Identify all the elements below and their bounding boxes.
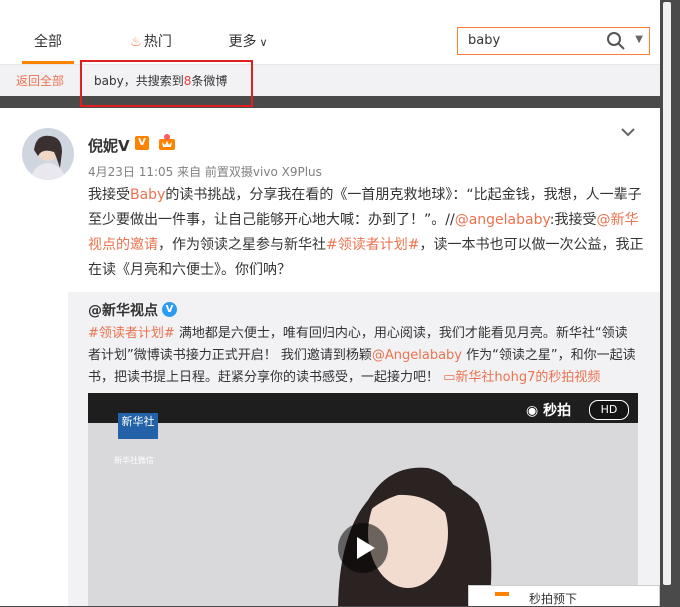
hd-badge[interactable]: HD — [589, 400, 629, 420]
scrollbar-thumb[interactable] — [663, 2, 671, 585]
miaopai-logo: ◉ 秒拍 — [526, 400, 571, 420]
chevron-down-icon[interactable] — [620, 126, 636, 138]
retweet-text: #领读者计划# 满地都是六便士，唯有回归内心，用心阅读，我们才能看见月亮。新华社… — [88, 323, 638, 389]
video-frame — [88, 423, 638, 606]
tab-more[interactable]: 更多 ∨ — [222, 24, 274, 64]
post-text-span: 我接受 — [88, 187, 130, 203]
avatar[interactable] — [22, 128, 74, 180]
chevron-down-icon: ∨ — [259, 36, 268, 49]
crown-icon — [159, 134, 175, 150]
post-text-span: ，作为领读之星参与新华社 — [158, 237, 326, 253]
top-nav: 全部 ♨ 热门 更多 ∨ baby ▼ — [0, 0, 660, 65]
download-icon — [495, 592, 509, 596]
miaopai-label: 秒拍 — [543, 403, 572, 419]
tab-hot-label: 热门 — [143, 34, 172, 50]
tab-all[interactable]: 全部 — [22, 24, 74, 64]
post-link[interactable]: Baby — [130, 187, 165, 203]
verified-blue-icon: V — [162, 302, 177, 317]
post-text: 我接受Baby的读书挑战，分享我在看的《一首朋克救地球》：“比起金钱，我想，人一… — [88, 183, 644, 283]
retweet-link[interactable]: ▭新华社hohg7的秒拍视频 — [443, 370, 600, 385]
download-label: 秒拍预下 — [529, 592, 578, 606]
retweet-link[interactable]: #领读者计划# — [88, 326, 175, 341]
tab-all-label: 全部 — [34, 34, 62, 50]
download-popup[interactable]: 秒拍预下 — [468, 585, 660, 606]
search-box[interactable]: baby ▼ — [457, 27, 650, 55]
retweet-link[interactable]: @Angelababy — [372, 348, 462, 363]
post-link[interactable]: @angelababy — [455, 212, 550, 228]
tab-more-label: 更多 — [228, 34, 257, 50]
post-text-span: :我接受 — [549, 212, 597, 228]
post-meta: 4月23日 11:05 来自 前置双摄vivo X9Plus — [88, 165, 322, 179]
play-button[interactable] — [338, 523, 388, 573]
video-player[interactable]: 新华社 新华社微信 ◉ 秒拍 HD — [88, 393, 638, 606]
play-icon — [357, 537, 375, 559]
post-link[interactable]: #领读者计划# — [326, 237, 419, 253]
search-input[interactable]: baby — [468, 33, 500, 48]
xinhua-logo: 新华社 — [118, 413, 158, 439]
verified-icon: V — [135, 136, 149, 150]
search-icon[interactable] — [605, 30, 627, 52]
xinhua-logo-sub: 新华社微信 — [114, 456, 154, 465]
video-thumbnail — [88, 423, 638, 606]
search-dropdown-icon[interactable]: ▼ — [635, 34, 643, 45]
back-all-link[interactable]: 返回全部 — [16, 72, 64, 89]
miaopai-icon: ◉ — [526, 403, 539, 419]
retweet-author[interactable]: @新华视点 — [88, 300, 158, 320]
author-name[interactable]: 倪妮V — [88, 135, 130, 156]
tab-hot[interactable]: ♨ 热门 — [126, 24, 176, 64]
highlight-box — [80, 60, 253, 107]
fire-icon: ♨ — [130, 35, 142, 50]
